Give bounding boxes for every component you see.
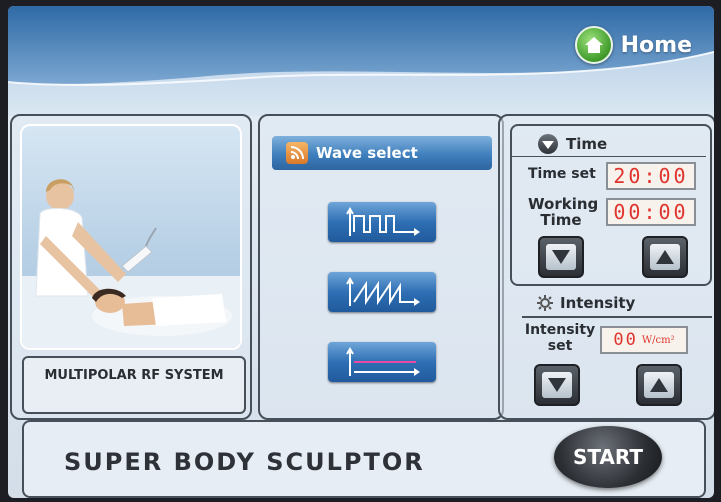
intensity-set-label: Intensity set xyxy=(524,322,596,354)
sawtooth-wave-button[interactable] xyxy=(328,272,436,312)
intensity-title: Intensity xyxy=(560,294,636,312)
time-set-display: 20:00 xyxy=(606,162,696,190)
up-arrow-icon xyxy=(650,244,680,270)
intensity-up-button[interactable] xyxy=(636,364,682,406)
start-button[interactable]: START xyxy=(554,426,662,488)
time-header-icon xyxy=(538,134,558,154)
continuous-wave-icon xyxy=(346,347,420,376)
time-set-label: Time set xyxy=(528,166,596,182)
wave-select-header[interactable]: Wave select xyxy=(272,136,492,170)
time-up-button[interactable] xyxy=(642,236,688,278)
sawtooth-wave-icon xyxy=(346,277,420,306)
intensity-icon xyxy=(536,294,554,316)
square-wave-button[interactable] xyxy=(328,202,436,242)
continuous-wave-button[interactable] xyxy=(328,342,436,382)
down-arrow-icon xyxy=(546,244,576,270)
working-time-display: 00:00 xyxy=(606,198,696,226)
time-divider xyxy=(512,156,706,157)
intensity-unit: W/cm² xyxy=(641,334,675,346)
rss-icon xyxy=(286,142,308,164)
home-icon xyxy=(574,26,613,64)
intensity-down-button[interactable] xyxy=(534,364,580,406)
up-arrow-icon xyxy=(644,372,674,398)
down-arrow-icon xyxy=(542,372,572,398)
system-label: MULTIPOLAR RF SYSTEM xyxy=(44,368,224,383)
square-wave-icon xyxy=(346,207,420,236)
home-label: Home xyxy=(620,32,692,58)
wave-select-title: Wave select xyxy=(316,144,418,162)
device-screen: Home MULTIPOLAR RF SYSTEM Wave select Ti… xyxy=(8,6,714,498)
treatment-photo xyxy=(20,124,242,350)
time-title: Time xyxy=(566,135,608,153)
system-label-box: MULTIPOLAR RF SYSTEM xyxy=(22,356,246,414)
home-button[interactable]: Home xyxy=(574,26,692,64)
intensity-display: 00 W/cm² xyxy=(600,326,688,354)
header: Home xyxy=(8,6,714,116)
intensity-value: 00 xyxy=(613,330,638,350)
working-time-label: Working Time xyxy=(528,195,599,229)
time-down-button[interactable] xyxy=(538,236,584,278)
intensity-divider xyxy=(522,316,712,318)
product-name: SUPER BODY SCULPTOR xyxy=(64,448,425,476)
